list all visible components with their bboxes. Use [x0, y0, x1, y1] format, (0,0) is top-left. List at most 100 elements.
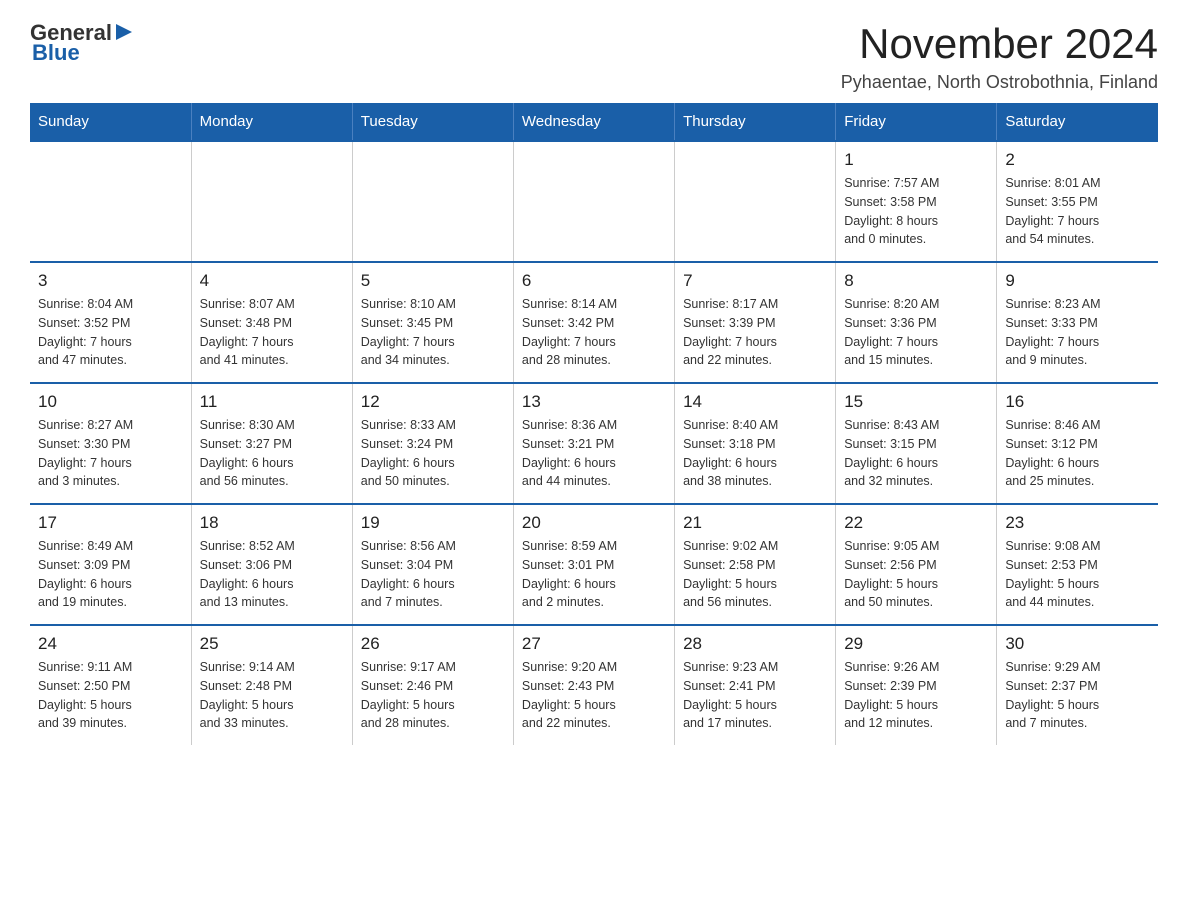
- day-number: 19: [361, 513, 505, 533]
- calendar-week-3: 10 Sunrise: 8:27 AM Sunset: 3:30 PM Dayli…: [30, 383, 1158, 504]
- day-number: 26: [361, 634, 505, 654]
- calendar-cell: 27 Sunrise: 9:20 AM Sunset: 2:43 PM Dayli…: [513, 625, 674, 745]
- day-info: Sunrise: 8:23 AM Sunset: 3:33 PM Dayligh…: [1005, 295, 1150, 370]
- day-info: Sunrise: 8:20 AM Sunset: 3:36 PM Dayligh…: [844, 295, 988, 370]
- day-info: Sunrise: 9:17 AM Sunset: 2:46 PM Dayligh…: [361, 658, 505, 733]
- calendar-cell: 13Sunrise: 8:36 AM Sunset: 3:21 PM Dayli…: [513, 383, 674, 504]
- day-number: 18: [200, 513, 344, 533]
- calendar-cell: 14 Sunrise: 8:40 AM Sunset: 3:18 PM Dayli…: [675, 383, 836, 504]
- day-number: 9: [1005, 271, 1150, 291]
- calendar-cell: 7 Sunrise: 8:17 AM Sunset: 3:39 PM Daylig…: [675, 262, 836, 383]
- calendar-cell: 3Sunrise: 8:04 AM Sunset: 3:52 PM Daylig…: [30, 262, 191, 383]
- weekday-header-tuesday: Tuesday: [352, 103, 513, 141]
- calendar-cell: 29 Sunrise: 9:26 AM Sunset: 2:39 PM Dayli…: [836, 625, 997, 745]
- day-info: Sunrise: 7:57 AM Sunset: 3:58 PM Dayligh…: [844, 174, 988, 249]
- calendar-table: SundayMondayTuesdayWednesdayThursdayFrid…: [30, 103, 1158, 745]
- calendar-cell: 1 Sunrise: 7:57 AM Sunset: 3:58 PM Daylig…: [836, 141, 997, 262]
- calendar-cell: 23 Sunrise: 9:08 AM Sunset: 2:53 PM Dayli…: [997, 504, 1158, 625]
- weekday-header-thursday: Thursday: [675, 103, 836, 141]
- calendar-cell: [675, 141, 836, 262]
- day-number: 23: [1005, 513, 1150, 533]
- day-info: Sunrise: 9:20 AM Sunset: 2:43 PM Dayligh…: [522, 658, 666, 733]
- calendar-cell: [352, 141, 513, 262]
- day-info: Sunrise: 8:01 AM Sunset: 3:55 PM Dayligh…: [1005, 174, 1150, 249]
- day-info: Sunrise: 9:08 AM Sunset: 2:53 PM Dayligh…: [1005, 537, 1150, 612]
- day-info: Sunrise: 8:43 AM Sunset: 3:15 PM Dayligh…: [844, 416, 988, 491]
- day-info: Sunrise: 9:14 AM Sunset: 2:48 PM Dayligh…: [200, 658, 344, 733]
- day-info: Sunrise: 8:52 AM Sunset: 3:06 PM Dayligh…: [200, 537, 344, 612]
- day-number: 22: [844, 513, 988, 533]
- page-header: General Blue November 2024 Pyhaentae, No…: [30, 20, 1158, 93]
- day-number: 17: [38, 513, 183, 533]
- calendar-cell: 10 Sunrise: 8:27 AM Sunset: 3:30 PM Dayli…: [30, 383, 191, 504]
- day-info: Sunrise: 8:10 AM Sunset: 3:45 PM Dayligh…: [361, 295, 505, 370]
- calendar-cell: 28Sunrise: 9:23 AM Sunset: 2:41 PM Dayli…: [675, 625, 836, 745]
- day-number: 1: [844, 150, 988, 170]
- calendar-cell: 18 Sunrise: 8:52 AM Sunset: 3:06 PM Dayli…: [191, 504, 352, 625]
- day-info: Sunrise: 8:36 AM Sunset: 3:21 PM Dayligh…: [522, 416, 666, 491]
- day-number: 24: [38, 634, 183, 654]
- day-info: Sunrise: 9:11 AM Sunset: 2:50 PM Dayligh…: [38, 658, 183, 733]
- day-info: Sunrise: 8:56 AM Sunset: 3:04 PM Dayligh…: [361, 537, 505, 612]
- calendar-cell: 5Sunrise: 8:10 AM Sunset: 3:45 PM Daylig…: [352, 262, 513, 383]
- day-info: Sunrise: 8:30 AM Sunset: 3:27 PM Dayligh…: [200, 416, 344, 491]
- day-number: 21: [683, 513, 827, 533]
- calendar-cell: [191, 141, 352, 262]
- calendar-cell: 25 Sunrise: 9:14 AM Sunset: 2:48 PM Dayli…: [191, 625, 352, 745]
- day-number: 11: [200, 392, 344, 412]
- day-info: Sunrise: 9:02 AM Sunset: 2:58 PM Dayligh…: [683, 537, 827, 612]
- calendar-cell: 16Sunrise: 8:46 AM Sunset: 3:12 PM Dayli…: [997, 383, 1158, 504]
- day-number: 12: [361, 392, 505, 412]
- day-info: Sunrise: 8:27 AM Sunset: 3:30 PM Dayligh…: [38, 416, 183, 491]
- calendar-cell: [513, 141, 674, 262]
- calendar-cell: 9 Sunrise: 8:23 AM Sunset: 3:33 PM Daylig…: [997, 262, 1158, 383]
- title-area: November 2024 Pyhaentae, North Ostroboth…: [841, 20, 1158, 93]
- calendar-cell: 30 Sunrise: 9:29 AM Sunset: 2:37 PM Dayli…: [997, 625, 1158, 745]
- day-number: 29: [844, 634, 988, 654]
- logo: General Blue: [30, 20, 134, 66]
- calendar-cell: 4 Sunrise: 8:07 AM Sunset: 3:48 PM Daylig…: [191, 262, 352, 383]
- calendar-cell: 26 Sunrise: 9:17 AM Sunset: 2:46 PM Dayli…: [352, 625, 513, 745]
- calendar-cell: 15 Sunrise: 8:43 AM Sunset: 3:15 PM Dayli…: [836, 383, 997, 504]
- calendar-week-2: 3Sunrise: 8:04 AM Sunset: 3:52 PM Daylig…: [30, 262, 1158, 383]
- day-info: Sunrise: 9:05 AM Sunset: 2:56 PM Dayligh…: [844, 537, 988, 612]
- day-number: 14: [683, 392, 827, 412]
- calendar-cell: 22 Sunrise: 9:05 AM Sunset: 2:56 PM Dayli…: [836, 504, 997, 625]
- day-info: Sunrise: 8:07 AM Sunset: 3:48 PM Dayligh…: [200, 295, 344, 370]
- calendar-week-5: 24 Sunrise: 9:11 AM Sunset: 2:50 PM Dayli…: [30, 625, 1158, 745]
- day-number: 6: [522, 271, 666, 291]
- calendar-cell: 20Sunrise: 8:59 AM Sunset: 3:01 PM Dayli…: [513, 504, 674, 625]
- logo-blue-text: Blue: [32, 40, 80, 66]
- day-info: Sunrise: 9:26 AM Sunset: 2:39 PM Dayligh…: [844, 658, 988, 733]
- calendar-cell: 11 Sunrise: 8:30 AM Sunset: 3:27 PM Dayli…: [191, 383, 352, 504]
- day-info: Sunrise: 9:29 AM Sunset: 2:37 PM Dayligh…: [1005, 658, 1150, 733]
- calendar-week-1: 1 Sunrise: 7:57 AM Sunset: 3:58 PM Daylig…: [30, 141, 1158, 262]
- day-info: Sunrise: 8:14 AM Sunset: 3:42 PM Dayligh…: [522, 295, 666, 370]
- day-info: Sunrise: 9:23 AM Sunset: 2:41 PM Dayligh…: [683, 658, 827, 733]
- day-number: 7: [683, 271, 827, 291]
- calendar-cell: 2 Sunrise: 8:01 AM Sunset: 3:55 PM Daylig…: [997, 141, 1158, 262]
- weekday-header-wednesday: Wednesday: [513, 103, 674, 141]
- day-number: 4: [200, 271, 344, 291]
- day-number: 10: [38, 392, 183, 412]
- day-info: Sunrise: 8:40 AM Sunset: 3:18 PM Dayligh…: [683, 416, 827, 491]
- day-info: Sunrise: 8:17 AM Sunset: 3:39 PM Dayligh…: [683, 295, 827, 370]
- day-number: 2: [1005, 150, 1150, 170]
- day-number: 25: [200, 634, 344, 654]
- logo-arrow-icon: [114, 22, 134, 42]
- weekday-header-friday: Friday: [836, 103, 997, 141]
- day-number: 16: [1005, 392, 1150, 412]
- calendar-cell: 21 Sunrise: 9:02 AM Sunset: 2:58 PM Dayli…: [675, 504, 836, 625]
- weekday-header-saturday: Saturday: [997, 103, 1158, 141]
- calendar-cell: 19 Sunrise: 8:56 AM Sunset: 3:04 PM Dayli…: [352, 504, 513, 625]
- day-number: 27: [522, 634, 666, 654]
- day-info: Sunrise: 8:33 AM Sunset: 3:24 PM Dayligh…: [361, 416, 505, 491]
- calendar-cell: 6 Sunrise: 8:14 AM Sunset: 3:42 PM Daylig…: [513, 262, 674, 383]
- day-info: Sunrise: 8:04 AM Sunset: 3:52 PM Dayligh…: [38, 295, 183, 370]
- month-title: November 2024: [841, 20, 1158, 68]
- day-number: 15: [844, 392, 988, 412]
- weekday-header-monday: Monday: [191, 103, 352, 141]
- calendar-cell: 17Sunrise: 8:49 AM Sunset: 3:09 PM Dayli…: [30, 504, 191, 625]
- location-subtitle: Pyhaentae, North Ostrobothnia, Finland: [841, 72, 1158, 93]
- day-number: 30: [1005, 634, 1150, 654]
